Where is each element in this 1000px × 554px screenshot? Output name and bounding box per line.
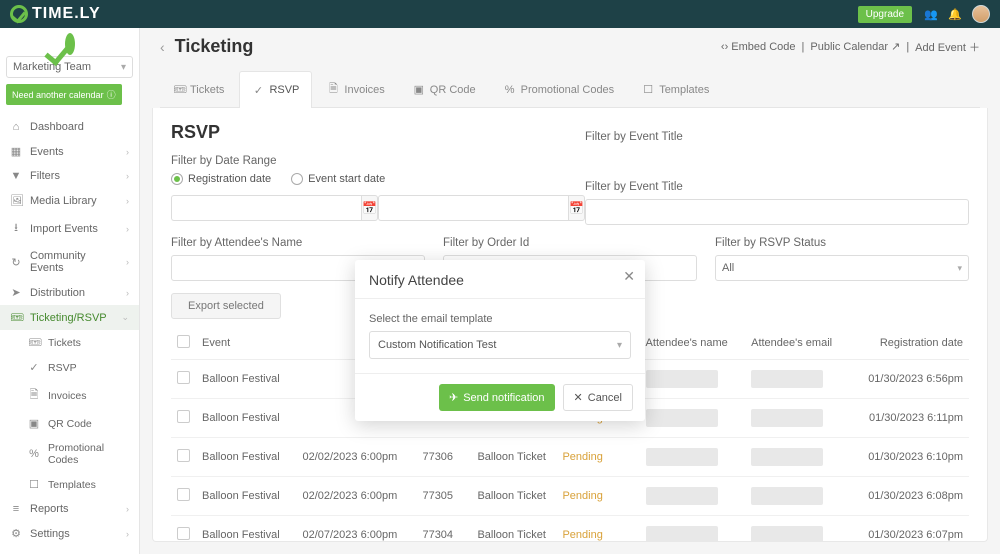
send-notification-button[interactable]: ✈Send notification	[439, 384, 555, 411]
cancel-button[interactable]: ✕Cancel	[563, 384, 633, 411]
notify-attendee-modal: ✕ Notify Attendee Select the email templ…	[355, 260, 645, 421]
modal-label: Select the email template	[369, 313, 631, 325]
email-template-select[interactable]: Custom Notification Test	[369, 331, 631, 359]
modal-title: Notify Attendee	[355, 260, 645, 298]
modal-overlay: ✕ Notify Attendee Select the email templ…	[0, 0, 1000, 554]
paper-plane-icon: ✈	[449, 391, 458, 404]
x-icon: ✕	[574, 391, 583, 404]
close-icon[interactable]: ✕	[623, 268, 635, 285]
